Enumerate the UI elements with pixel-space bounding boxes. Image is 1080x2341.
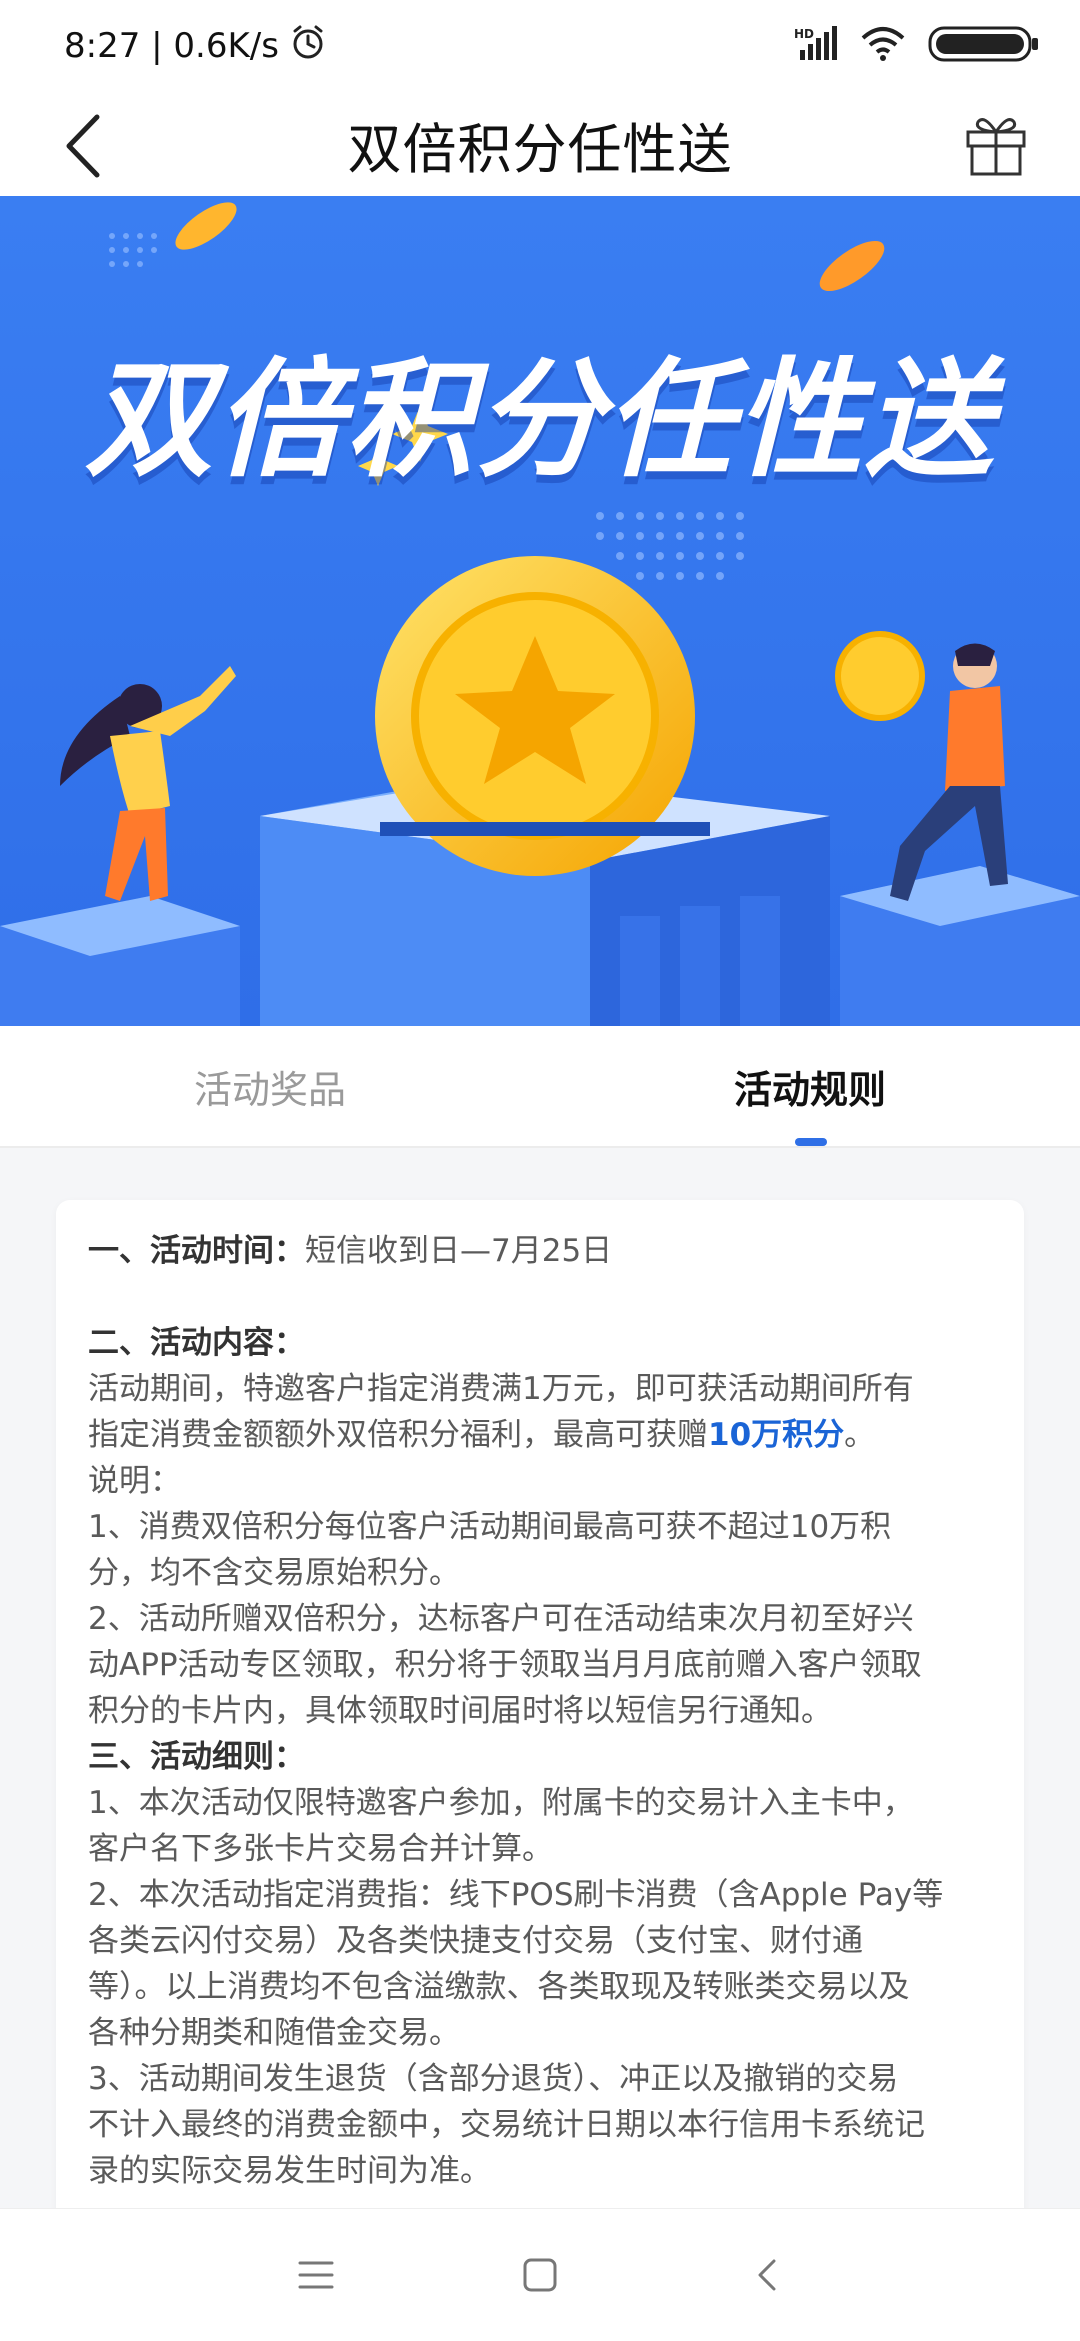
tab-prizes[interactable]: 活动奖品 bbox=[0, 1026, 540, 1146]
rule-time-value: 短信收到日—7月25日 bbox=[305, 1233, 613, 1269]
back-triangle-icon bbox=[758, 2259, 776, 2291]
signal-hd-icon: HD bbox=[794, 26, 838, 66]
alarm-icon bbox=[289, 23, 327, 70]
gift-button[interactable] bbox=[956, 104, 1036, 184]
page-title: 双倍积分任性送 bbox=[347, 117, 733, 181]
rules-card: 一、活动时间：短信收到日—7月25日 二、活动内容： 活动期间，特邀客户指定消费… bbox=[56, 1200, 1024, 2230]
system-nav-bar bbox=[0, 2208, 1080, 2341]
rule-details-head: 三、活动细则： bbox=[88, 1739, 305, 1775]
status-time-speed: 8:27 | 0.6K/s bbox=[64, 26, 279, 66]
menu-button[interactable] bbox=[284, 2243, 348, 2307]
svg-text:HD: HD bbox=[794, 27, 814, 41]
gift-icon bbox=[966, 118, 1026, 176]
banner-title: 双倍积分任性送 bbox=[84, 346, 995, 495]
rule-detail3-line2: 不计入最终的消费金额中，交易统计日期以本行信用卡系统记 bbox=[88, 2107, 925, 2143]
promo-banner: 双倍积分任性送 bbox=[0, 196, 1080, 1026]
status-left: 8:27 | 0.6K/s bbox=[64, 23, 327, 70]
tab-rules[interactable]: 活动规则 bbox=[540, 1026, 1080, 1146]
tab-bar: 活动奖品 活动规则 bbox=[0, 1026, 1080, 1148]
rule-note-label: 说明： bbox=[88, 1463, 181, 1499]
status-right: HD bbox=[794, 24, 1040, 68]
rule-time: 一、活动时间：短信收到日—7月25日 bbox=[88, 1228, 990, 1274]
rule-note1-line2: 分，均不含交易原始积分。 bbox=[88, 1555, 460, 1591]
back-button[interactable] bbox=[44, 106, 124, 186]
chevron-left-icon bbox=[66, 114, 100, 178]
rule-detail2-line1: 2、本次活动指定消费指：线下POS刷卡消费（含Apple Pay等 bbox=[88, 1877, 944, 1913]
wifi-icon bbox=[860, 26, 906, 66]
rule-detail3-line3: 录的实际交易发生时间为准。 bbox=[88, 2153, 491, 2189]
rule-content-line1: 活动期间，特邀客户指定消费满1万元，即可获活动期间所有 bbox=[88, 1371, 914, 1407]
menu-icon bbox=[298, 2261, 334, 2289]
status-bar: 8:27 | 0.6K/s HD bbox=[0, 0, 1080, 92]
rule-content-line2: 指定消费金额额外双倍积分福利，最高可获赠10万积分。 bbox=[88, 1412, 990, 1458]
rule-note1-line1: 1、消费双倍积分每位客户活动期间最高可获不超过10万积 bbox=[88, 1509, 892, 1545]
rule-detail2-line3: 等）。以上消费均不包含溢缴款、各类取现及转账类交易以及 bbox=[88, 1969, 910, 2005]
rule-note2-line3: 积分的卡片内，具体领取时间届时将以短信另行通知。 bbox=[88, 1693, 832, 1729]
rule-time-head: 一、活动时间： bbox=[88, 1233, 305, 1269]
nav-bar: 双倍积分任性送 bbox=[0, 92, 1080, 197]
rule-note2-line2: 动APP活动专区领取，积分将于领取当月月底前赠入客户领取 bbox=[88, 1647, 922, 1683]
rule-detail1-line1: 1、本次活动仅限特邀客户参加，附属卡的交易计入主卡中， bbox=[88, 1785, 914, 1821]
home-square-icon bbox=[523, 2258, 557, 2292]
home-button[interactable] bbox=[508, 2243, 572, 2307]
rule-points-highlight: 10万积分 bbox=[708, 1417, 845, 1453]
system-back-button[interactable] bbox=[736, 2243, 800, 2307]
rule-detail3-line1: 3、活动期间发生退货（含部分退货）、冲正以及撤销的交易 bbox=[88, 2061, 899, 2097]
rule-detail2-line4: 各种分期类和随借金交易。 bbox=[88, 2015, 460, 2051]
rule-detail1-line2: 客户名下多张卡片交易合并计算。 bbox=[88, 1831, 553, 1867]
rule-content-head: 二、活动内容： bbox=[88, 1325, 305, 1361]
rule-note2-line1: 2、活动所赠双倍积分，达标客户可在活动结束次月初至好兴 bbox=[88, 1601, 914, 1637]
rule-content-line2-prefix: 指定消费金额额外双倍积分福利，最高可获赠 bbox=[88, 1417, 708, 1453]
rule-detail2-line2: 各类云闪付交易）及各类快捷支付交易（支付宝、财付通 bbox=[88, 1923, 863, 1959]
battery-icon bbox=[928, 24, 1040, 68]
rule-content-line2-suffix: 。 bbox=[844, 1417, 876, 1453]
tab-active-indicator bbox=[795, 1138, 827, 1146]
